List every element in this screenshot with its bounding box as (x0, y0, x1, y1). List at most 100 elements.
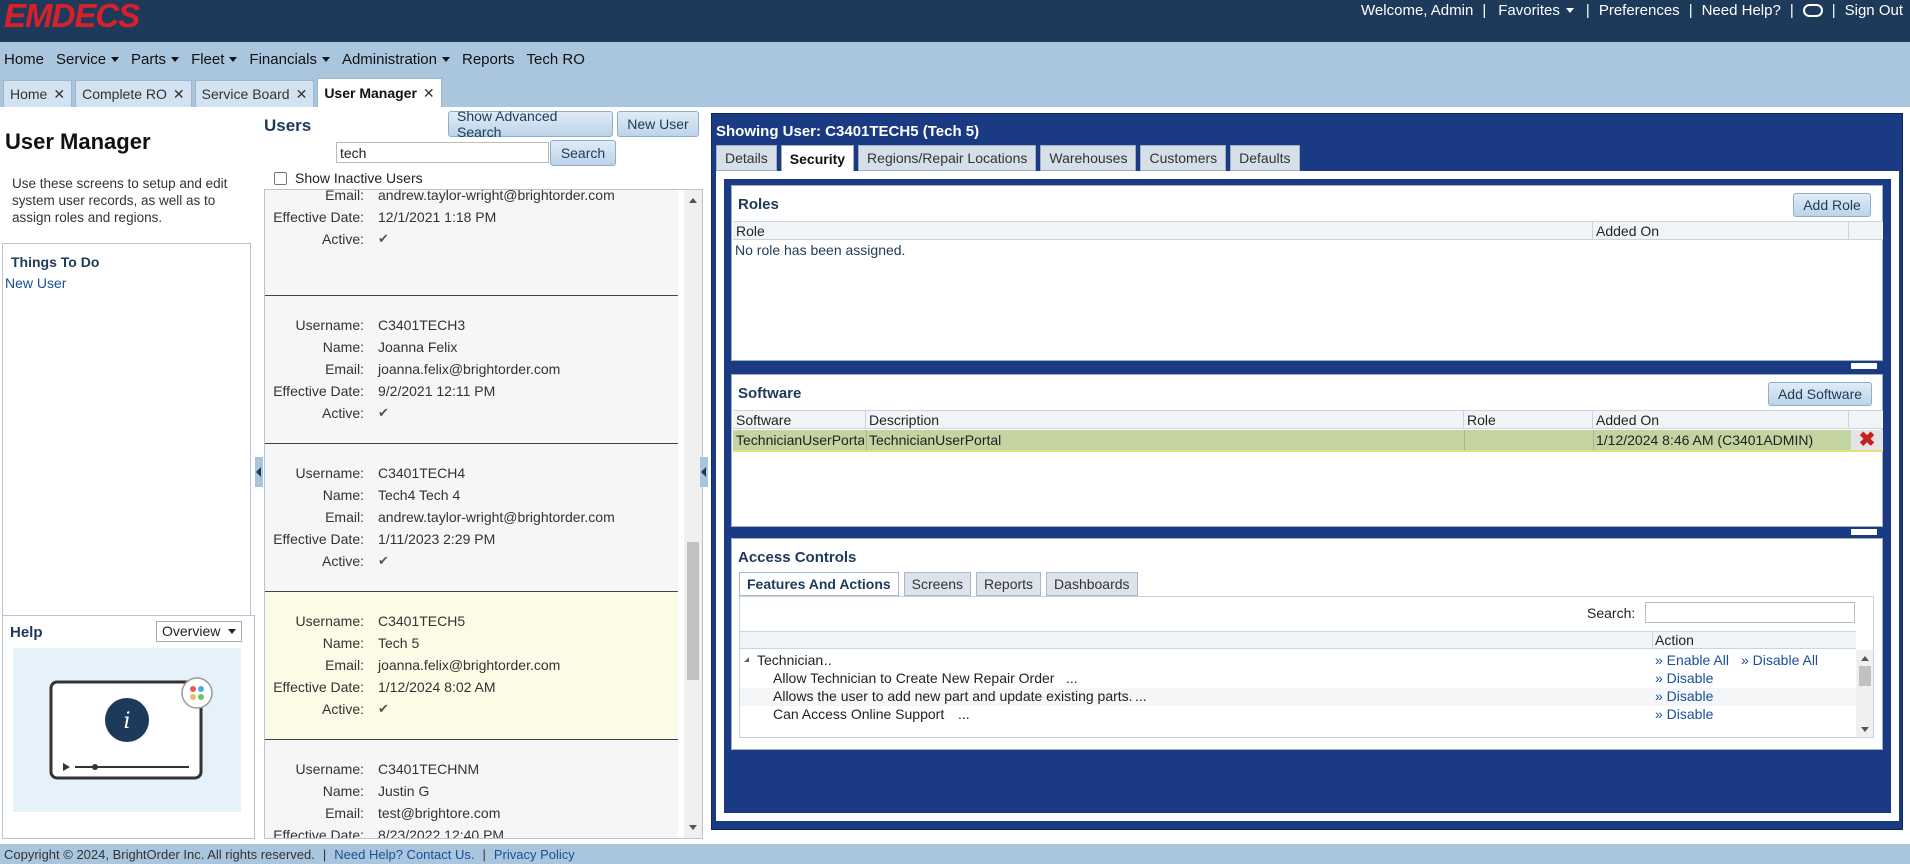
tab-complete-ro[interactable]: Complete RO ✕ (75, 80, 192, 107)
features-search-input[interactable] (1645, 602, 1855, 623)
tab-features-and-actions[interactable]: Features And Actions (739, 572, 899, 596)
preferences-link[interactable]: Preferences (1599, 2, 1680, 19)
delete-icon[interactable]: ✖ (1851, 430, 1883, 450)
software-collapse-handle[interactable] (1851, 529, 1877, 535)
list-item[interactable]: Email: andrew.taylor-wright@brightorder.c… (265, 190, 678, 296)
scrollbar-thumb[interactable] (687, 542, 699, 680)
more-button[interactable]: ... (820, 652, 832, 668)
tab-defaults[interactable]: Defaults (1230, 145, 1300, 171)
feature-row[interactable]: Allows the user to add new part and upda… (740, 688, 1856, 706)
disable-link[interactable]: » Disable (1655, 706, 1713, 722)
close-icon[interactable]: ✕ (53, 86, 65, 103)
list-item-selected[interactable]: Username: C3401TECH5 Name: Tech 5 Email: jo… (265, 592, 678, 740)
feature-group-row[interactable]: Technician ... » Enable All » Disable Al… (740, 652, 1856, 670)
column-header-role[interactable]: Role (1464, 411, 1593, 429)
close-icon[interactable]: ✕ (296, 86, 308, 103)
column-header-role[interactable]: Role (733, 222, 1593, 240)
disable-link[interactable]: » Disable (1655, 688, 1713, 704)
cloud-icon[interactable] (1802, 3, 1823, 17)
more-button[interactable]: ... (1135, 688, 1147, 704)
new-user-link[interactable]: New User (5, 275, 66, 291)
roles-collapse-handle[interactable] (1851, 363, 1877, 369)
nav-service[interactable]: Service (56, 51, 120, 68)
disable-all-link[interactable]: » Disable All (1741, 652, 1818, 668)
show-advanced-search-button[interactable]: Show Advanced Search (448, 108, 613, 140)
new-user-button[interactable]: New User (617, 111, 699, 137)
tab-screens[interactable]: Screens (903, 572, 972, 596)
tab-regions-repair-locations[interactable]: Regions/Repair Locations (858, 145, 1037, 171)
add-software-button[interactable]: Add Software (1768, 382, 1872, 406)
tab-reports[interactable]: Reports (976, 572, 1042, 596)
name-label: Name: (322, 783, 364, 799)
nav-reports[interactable]: Reports (462, 51, 515, 68)
sign-out-link[interactable]: Sign Out (1845, 2, 1903, 19)
column-header-added-on[interactable]: Added On (1593, 411, 1849, 429)
nav-administration[interactable]: Administration (342, 51, 450, 68)
table-row[interactable]: TechnicianUserPortal TechnicianUserPorta… (733, 430, 1883, 452)
tab-customers[interactable]: Customers (1140, 145, 1227, 171)
scroll-up-icon[interactable] (1861, 656, 1869, 661)
scrollbar-thumb[interactable] (1859, 666, 1871, 686)
features-scrollbar[interactable] (1856, 650, 1873, 737)
nav-home[interactable]: Home (4, 51, 44, 68)
nav-fleet[interactable]: Fleet (191, 50, 238, 68)
column-header-description[interactable]: Description (866, 411, 1464, 429)
nav-financials[interactable]: Financials (249, 51, 330, 68)
search-button[interactable]: Search (550, 140, 616, 166)
tab-dashboards[interactable]: Dashboards (1046, 572, 1138, 596)
nav-label: Fleet (191, 50, 225, 68)
add-role-button[interactable]: Add Role (1793, 193, 1871, 217)
help-title: Help (10, 624, 43, 641)
need-help-link[interactable]: Need Help? (1702, 2, 1781, 19)
feature-row[interactable]: Can Access Online Support ... » Disable (740, 706, 1856, 724)
enable-all-link[interactable]: » Enable All (1655, 652, 1729, 668)
tab-service-board[interactable]: Service Board ✕ (194, 80, 315, 107)
feature-row[interactable]: Allow Technician to Create New Repair Or… (740, 670, 1856, 688)
emdecs-logo[interactable]: EMDECS (4, 0, 140, 32)
more-button[interactable]: ... (1066, 670, 1078, 686)
username-row: Username: C3401TECH5 (265, 613, 678, 635)
tab-user-manager[interactable]: User Manager ✕ (317, 78, 442, 107)
close-icon[interactable]: ✕ (173, 86, 185, 103)
disable-link[interactable]: » Disable (1655, 670, 1713, 686)
contact-us-link[interactable]: Need Help? Contact Us. (334, 847, 474, 862)
list-item[interactable]: Username: C3401TECH3 Name: Joanna Felix Em… (265, 296, 678, 444)
collapse-triangle-icon[interactable] (744, 657, 749, 662)
users-panel-collapse-handle[interactable] (700, 457, 708, 487)
scroll-down-icon[interactable] (689, 825, 697, 830)
user-list-scrollbar[interactable] (684, 190, 702, 838)
tab-warehouses[interactable]: Warehouses (1040, 145, 1137, 171)
nav-tech-ro[interactable]: Tech RO (527, 51, 585, 68)
active-label: Active: (321, 405, 364, 421)
privacy-policy-link[interactable]: Privacy Policy (494, 847, 575, 862)
username-row: Username: C3401TECHNM (265, 761, 678, 783)
tab-security[interactable]: Security (780, 145, 855, 173)
tab-label: User Manager (324, 85, 417, 101)
effective-row: Effective Date: 8/23/2022 12:40 PM (265, 827, 678, 838)
tab-details[interactable]: Details (716, 145, 777, 171)
effective-value: 1/12/2024 8:02 AM (378, 679, 496, 695)
description-cell: TechnicianUserPortal (869, 432, 1002, 448)
user-search-input[interactable] (336, 142, 549, 163)
chevron-down-icon (111, 56, 120, 62)
tab-home[interactable]: Home ✕ (3, 80, 73, 107)
email-row: Email: joanna.felix@brightorder.com (265, 657, 678, 679)
active-row: Active: ✔ (265, 553, 678, 575)
effective-row: Effective Date: 9/2/2021 12:11 PM (265, 383, 678, 405)
favorites-menu[interactable]: Favorites (1495, 2, 1577, 19)
list-item[interactable]: Username: C3401TECHNM Name: Justin G Email… (265, 740, 678, 838)
scroll-up-icon[interactable] (689, 198, 697, 203)
tab-label: Service Board (201, 86, 290, 102)
nav-parts[interactable]: Parts (131, 51, 180, 68)
effective-row: Effective Date: 12/1/2021 1:18 PM (265, 209, 678, 231)
show-inactive-checkbox[interactable] (274, 171, 287, 185)
scroll-down-icon[interactable] (1861, 727, 1869, 732)
effective-label: Effective Date: (273, 383, 364, 399)
list-item[interactable]: Username: C3401TECH4 Name: Tech4 Tech 4 Em… (265, 444, 678, 592)
help-topic-select[interactable]: Overview (156, 621, 242, 642)
more-button[interactable]: ... (958, 706, 970, 722)
close-icon[interactable]: ✕ (423, 85, 435, 102)
column-header-added-on[interactable]: Added On (1593, 222, 1849, 240)
help-video-thumbnail[interactable]: i (13, 648, 241, 812)
column-header-software[interactable]: Software (733, 411, 866, 429)
